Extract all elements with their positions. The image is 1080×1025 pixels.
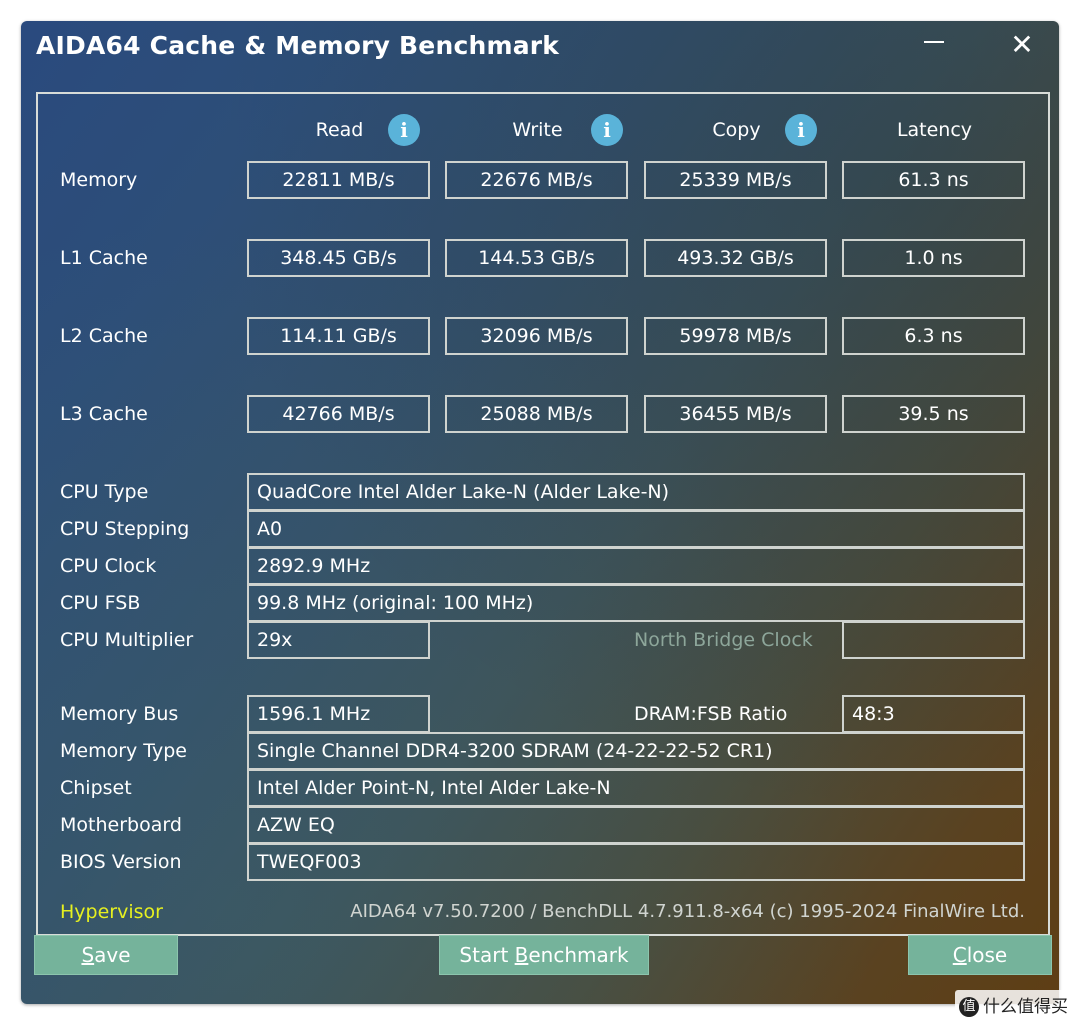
dram-fsb-ratio-value: 48:3 — [842, 695, 1025, 733]
watermark-text: 什么值得买 — [983, 997, 1068, 1017]
l1-copy-value: 493.32 GB/s — [644, 239, 827, 277]
save-button-accel: S — [81, 943, 95, 967]
save-button[interactable]: Save — [34, 935, 178, 975]
cpu-clock-value: 2892.9 MHz — [247, 547, 1025, 585]
row-label-memory: Memory — [60, 169, 138, 191]
row-label-l2: L2 Cache — [60, 325, 148, 347]
memory-copy-value: 25339 MB/s — [644, 161, 827, 199]
l1-read-value: 348.45 GB/s — [247, 239, 430, 277]
start-button-label-pre: Start — [459, 943, 515, 967]
row-label-l3: L3 Cache — [60, 403, 148, 425]
memory-latency-value: 61.3 ns — [842, 161, 1025, 199]
cpu-fsb-value: 99.8 MHz (original: 100 MHz) — [247, 584, 1025, 622]
close-button[interactable]: Close — [908, 935, 1052, 975]
site-watermark: 值什么值得买 — [955, 990, 1072, 1019]
write-info-icon[interactable]: i — [591, 114, 623, 146]
start-benchmark-button[interactable]: Start Benchmark — [439, 935, 649, 975]
cpu-type-value: QuadCore Intel Alder Lake-N (Alder Lake-… — [247, 473, 1025, 511]
close-button-label: lose — [966, 943, 1008, 967]
chipset-label: Chipset — [60, 777, 132, 799]
read-info-icon[interactable]: i — [388, 114, 420, 146]
benchmark-content: Read i Write i Copy i Latency Memory 228… — [21, 21, 1059, 1004]
l2-read-value: 114.11 GB/s — [247, 317, 430, 355]
bios-version-value: TWEQF003 — [247, 843, 1025, 881]
l1-latency-value: 1.0 ns — [842, 239, 1025, 277]
start-button-label-rest: enchmark — [528, 943, 629, 967]
memory-type-value: Single Channel DDR4-3200 SDRAM (24-22-22… — [247, 732, 1025, 770]
l3-write-value: 25088 MB/s — [445, 395, 628, 433]
dram-fsb-ratio-label: DRAM:FSB Ratio — [634, 703, 788, 725]
cpu-clock-label: CPU Clock — [60, 555, 157, 577]
row-label-l1: L1 Cache — [60, 247, 148, 269]
cpu-multiplier-value: 29x — [247, 621, 430, 659]
l3-copy-value: 36455 MB/s — [644, 395, 827, 433]
memory-bus-value: 1596.1 MHz — [247, 695, 430, 733]
north-bridge-clock-label: North Bridge Clock — [634, 629, 813, 651]
cpu-multiplier-label: CPU Multiplier — [60, 629, 194, 651]
memory-type-label: Memory Type — [60, 740, 187, 762]
l3-read-value: 42766 MB/s — [247, 395, 430, 433]
motherboard-label: Motherboard — [60, 814, 182, 836]
memory-bus-label: Memory Bus — [60, 703, 179, 725]
watermark-logo-icon: 值 — [959, 997, 979, 1017]
bios-version-label: BIOS Version — [60, 851, 182, 873]
start-button-accel: B — [514, 943, 529, 967]
motherboard-value: AZW EQ — [247, 806, 1025, 844]
copy-info-icon[interactable]: i — [785, 114, 817, 146]
save-button-label: ave — [94, 943, 131, 967]
memory-write-value: 22676 MB/s — [445, 161, 628, 199]
version-text: AIDA64 v7.50.7200 / BenchDLL 4.7.911.8-x… — [350, 901, 1025, 922]
l2-write-value: 32096 MB/s — [445, 317, 628, 355]
l3-latency-value: 39.5 ns — [842, 395, 1025, 433]
hypervisor-link[interactable]: Hypervisor — [60, 901, 163, 923]
cpu-stepping-label: CPU Stepping — [60, 518, 190, 540]
chipset-value: Intel Alder Point-N, Intel Alder Lake-N — [247, 769, 1025, 807]
memory-read-value: 22811 MB/s — [247, 161, 430, 199]
north-bridge-clock-value — [842, 621, 1025, 659]
l2-latency-value: 6.3 ns — [842, 317, 1025, 355]
close-button-accel: C — [952, 943, 967, 967]
cpu-stepping-value: A0 — [247, 510, 1025, 548]
l2-copy-value: 59978 MB/s — [644, 317, 827, 355]
l1-write-value: 144.53 GB/s — [445, 239, 628, 277]
header-latency: Latency — [896, 119, 973, 141]
cpu-type-label: CPU Type — [60, 481, 149, 503]
cpu-fsb-label: CPU FSB — [60, 592, 141, 614]
